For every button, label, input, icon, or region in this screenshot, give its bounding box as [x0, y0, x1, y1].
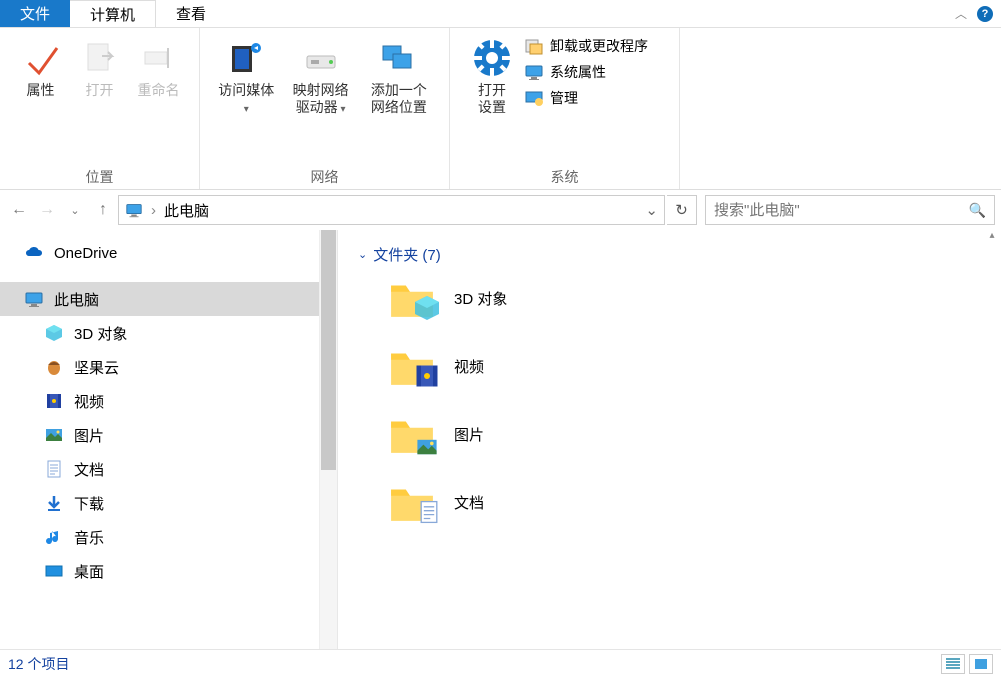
- thispc-icon: [125, 201, 143, 219]
- menu-bar: 文件 计算机 查看 ︿ ?: [0, 0, 1001, 28]
- tree-item-3d[interactable]: 3D 对象: [0, 316, 337, 350]
- nav-bar: ← → ⌄ ↑ › 此电脑 ⌄ ↻ 🔍: [0, 190, 1001, 230]
- chevron-down-icon: [244, 99, 249, 118]
- menu-computer[interactable]: 计算机: [70, 0, 156, 27]
- tree-item-label: 3D 对象: [74, 323, 127, 344]
- tree-item-label: 文档: [74, 459, 104, 480]
- ribbon-group-location-label: 位置: [12, 163, 187, 187]
- ribbon-properties[interactable]: 属性: [12, 34, 69, 103]
- 3d-icon: [44, 323, 64, 343]
- tree-item-pictures[interactable]: 图片: [0, 418, 337, 452]
- tree-item-music[interactable]: 音乐: [0, 520, 337, 554]
- nav-recent-dropdown[interactable]: ⌄: [62, 197, 88, 223]
- folder-label: 视频: [454, 356, 484, 377]
- status-item-count: 12 个项目: [8, 654, 69, 674]
- video-icon: [44, 391, 64, 411]
- nav-back-button[interactable]: ←: [6, 197, 32, 223]
- address-location: 此电脑: [164, 200, 209, 221]
- ribbon-map-drive[interactable]: 映射网络驱动器: [282, 34, 358, 122]
- tree-item-label: 音乐: [74, 527, 104, 548]
- tree-item-label: 图片: [74, 425, 104, 446]
- chevron-down-icon: [338, 99, 346, 115]
- ribbon-group-system-label: 系统: [462, 163, 667, 187]
- tree-item-video[interactable]: 视频: [0, 384, 337, 418]
- refresh-button[interactable]: ↻: [667, 195, 697, 225]
- folder-label: 文档: [454, 492, 484, 513]
- folder-icon: [384, 479, 440, 525]
- ribbon-open-settings[interactable]: 打开设置: [462, 34, 522, 120]
- view-details-button[interactable]: [941, 654, 965, 674]
- menu-view[interactable]: 查看: [156, 0, 226, 27]
- group-header-label: 文件夹 (7): [373, 244, 441, 265]
- folder-item-video[interactable]: 视频: [384, 343, 981, 389]
- ribbon-group-network-label: 网络: [212, 163, 437, 187]
- help-icon[interactable]: ?: [977, 6, 993, 22]
- folder-icon: [384, 275, 440, 321]
- nav-up-button[interactable]: ↑: [90, 197, 116, 223]
- folder-item-3d[interactable]: 3D 对象: [384, 275, 981, 321]
- tree-item-docs[interactable]: 文档: [0, 452, 337, 486]
- tree-item-nut[interactable]: 坚果云: [0, 350, 337, 384]
- docs-icon: [44, 459, 64, 479]
- tree-items: OneDrive 此电脑 3D 对象坚果云视频图片文档下载音乐桌面: [0, 236, 337, 588]
- tree-item-onedrive[interactable]: OneDrive: [0, 236, 337, 270]
- folder-label: 3D 对象: [454, 288, 507, 309]
- search-input[interactable]: [714, 202, 969, 219]
- tree-item-label: 视频: [74, 391, 104, 412]
- ribbon-access-media[interactable]: 访问媒体: [212, 34, 280, 122]
- tree-item-label: 桌面: [74, 561, 104, 582]
- tree-item-label: OneDrive: [54, 245, 117, 262]
- ribbon-manage[interactable]: 管理: [524, 88, 648, 108]
- desktop-icon: [44, 561, 64, 581]
- search-box[interactable]: 🔍: [705, 195, 995, 225]
- folder-label: 图片: [454, 424, 484, 445]
- tree-item-label: 此电脑: [54, 289, 99, 310]
- address-bar[interactable]: › 此电脑 ⌄: [118, 195, 665, 225]
- tree-item-desktop[interactable]: 桌面: [0, 554, 337, 588]
- nav-tree: OneDrive 此电脑 3D 对象坚果云视频图片文档下载音乐桌面 ▴: [0, 230, 338, 650]
- ribbon-uninstall-programs[interactable]: 卸载或更改程序: [524, 36, 648, 56]
- nut-icon: [44, 357, 64, 377]
- ribbon-add-network-location[interactable]: 添加一个网络位置: [361, 34, 437, 120]
- tree-item-label: 下载: [74, 493, 104, 514]
- content-pane: ⌄ 文件夹 (7) 3D 对象 视频 图片 文档 ▴: [338, 230, 1001, 650]
- folder-item-docs[interactable]: 文档: [384, 479, 981, 525]
- music-icon: [44, 527, 64, 547]
- collapse-ribbon-icon[interactable]: ︿: [955, 5, 967, 22]
- ribbon: 属性 打开 重命名 位置 访问媒体 映射网络驱动器: [0, 28, 1001, 190]
- content-scrollbar[interactable]: ▴: [983, 230, 1001, 650]
- onedrive-icon: [24, 243, 44, 263]
- pictures-icon: [44, 425, 64, 445]
- scrollbar-thumb[interactable]: [321, 230, 336, 470]
- ribbon-open[interactable]: 打开: [71, 34, 128, 103]
- folder-icon: [384, 411, 440, 457]
- tree-item-label: 坚果云: [74, 357, 119, 378]
- folder-icon: [384, 343, 440, 389]
- chevron-down-icon: ⌄: [358, 248, 367, 261]
- ribbon-rename[interactable]: 重命名: [130, 34, 187, 103]
- tree-item-thispc[interactable]: 此电脑: [0, 282, 337, 316]
- folder-item-pictures[interactable]: 图片: [384, 411, 981, 457]
- sidebar-scrollbar[interactable]: ▴: [319, 230, 337, 650]
- status-bar: 12 个项目: [0, 649, 1001, 677]
- nav-forward-button[interactable]: →: [34, 197, 60, 223]
- download-icon: [44, 493, 64, 513]
- ribbon-system-properties[interactable]: 系统属性: [524, 62, 648, 82]
- search-icon[interactable]: 🔍: [969, 202, 986, 219]
- chevron-down-icon[interactable]: ⌄: [645, 201, 658, 219]
- group-header-folders[interactable]: ⌄ 文件夹 (7): [358, 244, 981, 265]
- tree-item-download[interactable]: 下载: [0, 486, 337, 520]
- thispc-icon: [24, 289, 44, 309]
- view-large-icons-button[interactable]: [969, 654, 993, 674]
- menu-file[interactable]: 文件: [0, 0, 70, 27]
